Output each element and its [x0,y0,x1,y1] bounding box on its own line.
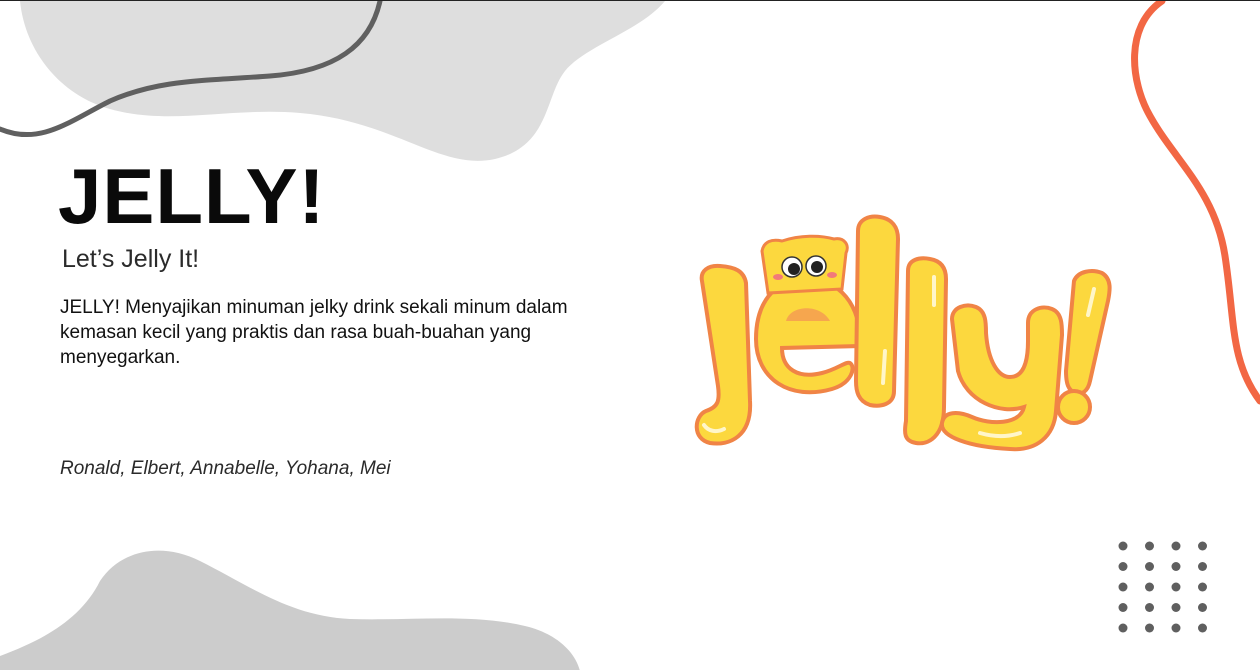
grid-dot [1171,582,1181,592]
page-title: JELLY! [58,152,326,240]
grid-dot [1118,562,1128,571]
logo-letter-j [694,263,753,446]
grid-dot [1145,623,1154,633]
grid-dot [1198,582,1207,592]
logo-letter-l-first [853,214,901,408]
grid-dot [1118,623,1128,633]
logo-letter-l-first-highlight [881,349,887,385]
grid-dot [1171,541,1181,551]
grid-dot [1145,562,1154,571]
mascot-body [760,234,849,295]
orange-accent-curve [1131,1,1260,405]
logo-exclamation-bar [1063,269,1112,396]
logo-letter-y [940,303,1065,452]
grid-dot [1171,562,1181,571]
logo-exclamation-dot [1056,389,1092,425]
grid-dot [1118,541,1128,551]
logo-letter-l-second [903,256,949,446]
bottom-left-blob [0,550,580,670]
grid-dot [1198,562,1207,571]
grid-dot [1198,603,1207,612]
grid-dot [1118,603,1128,612]
grid-dot [1145,603,1154,612]
grid-dot [1198,541,1207,551]
grid-dot [1198,623,1207,633]
authors: Ronald, Elbert, Annabelle, Yohana, Mei [60,458,391,479]
mascot-left-pupil [788,263,800,275]
dot-grid [1118,541,1207,633]
mascot-left-cheek [773,274,783,280]
grid-dot [1118,582,1128,592]
grid-dot [1171,603,1181,612]
grid-dot [1145,541,1154,551]
grid-dot [1171,623,1181,633]
slide: JELLY! Let’s Jelly It! JELLY! Menyajikan… [0,0,1260,670]
description: JELLY! Menyajikan minuman jelky drink se… [60,297,568,368]
top-left-blob [20,1,665,161]
mascot-right-cheek [827,272,837,278]
jelly-logo [694,214,1112,452]
logo-letter-e [753,276,863,395]
grid-dot [1145,582,1154,592]
mascot-right-pupil [811,261,823,273]
tagline: Let’s Jelly It! [62,245,200,273]
